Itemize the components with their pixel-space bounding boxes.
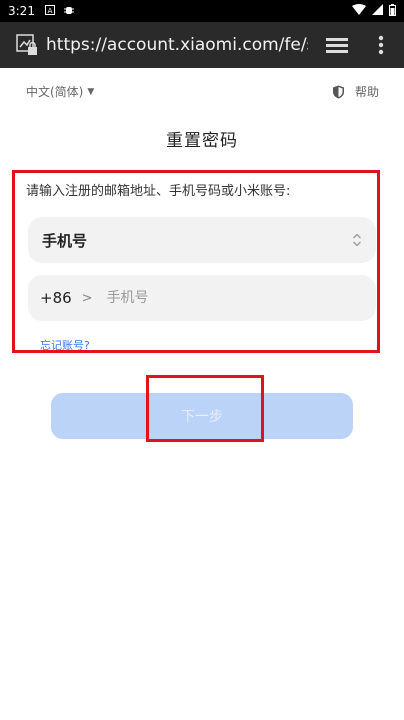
shield-icon — [332, 85, 344, 98]
url-field[interactable]: https://account.xiaomi.com/fe/serv — [46, 35, 308, 55]
battery-icon — [389, 3, 396, 19]
highlight-box-button — [146, 375, 264, 442]
signal-icon — [372, 4, 383, 18]
caret-down-icon: ▼ — [87, 86, 95, 97]
site-info-icon[interactable] — [16, 34, 38, 56]
language-selector[interactable]: 中文(简体) ▼ — [26, 83, 94, 100]
help-link[interactable]: 帮助 — [332, 83, 379, 100]
wifi-icon — [352, 4, 366, 18]
tabs-icon[interactable] — [326, 36, 348, 54]
page-title: 重置密码 — [166, 131, 238, 151]
svg-text:A: A — [48, 7, 53, 15]
more-options-icon[interactable] — [378, 35, 384, 55]
browser-toolbar: https://account.xiaomi.com/fe/serv — [0, 22, 404, 68]
language-label: 中文(简体) — [26, 85, 84, 99]
help-label: 帮助 — [354, 85, 379, 99]
highlight-box-form — [12, 170, 380, 353]
bug-icon — [63, 4, 75, 19]
notification-a-icon: A — [44, 4, 55, 18]
status-time: 3:21 — [8, 4, 35, 18]
status-bar: 3:21 A — [0, 0, 404, 22]
